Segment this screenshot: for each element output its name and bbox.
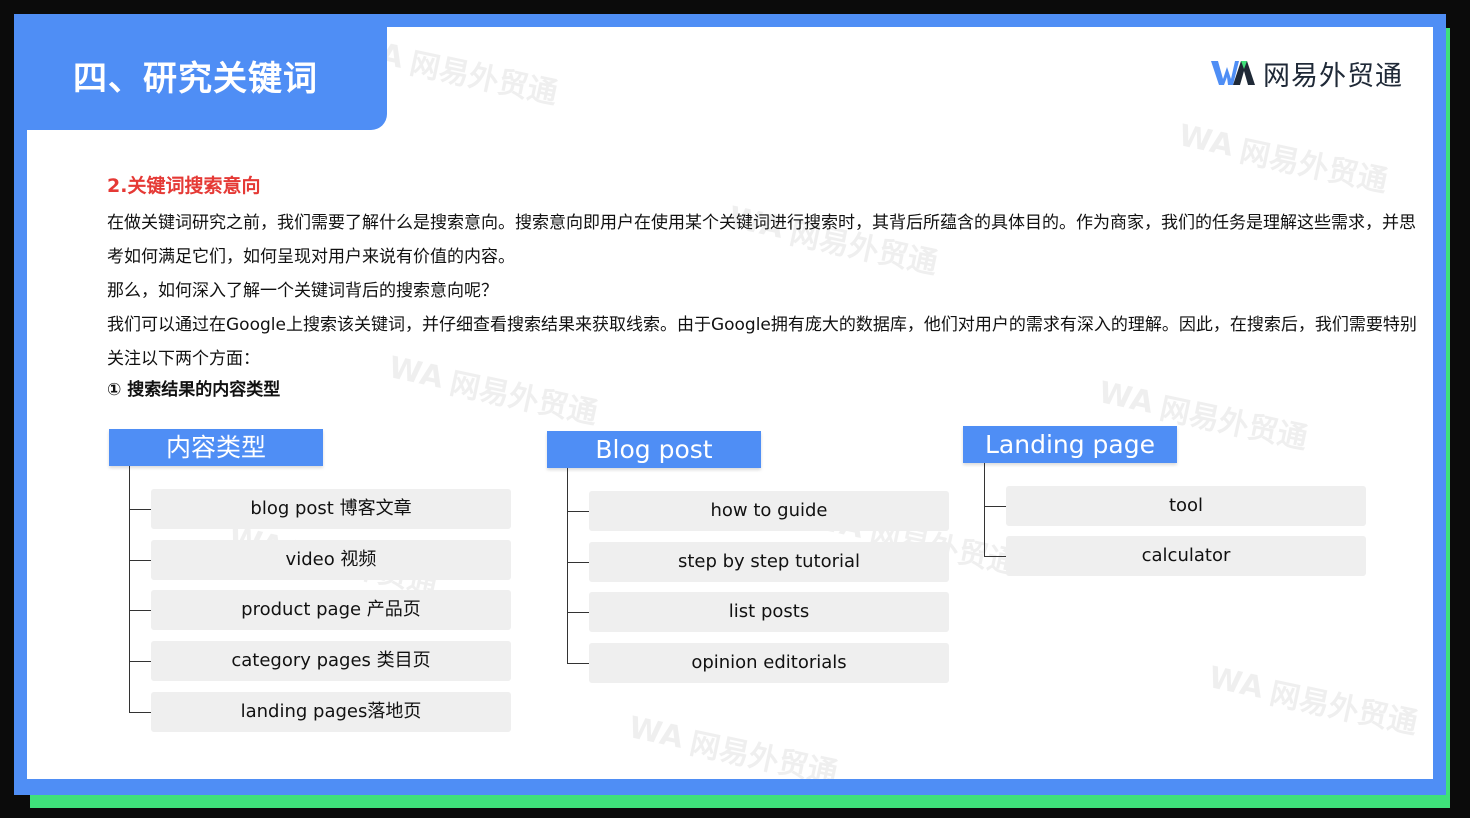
paragraph-3: 我们可以通过在Google上搜索该关键词，并仔细查看搜索结果来获取线索。由于Go…: [107, 315, 1417, 369]
tree-branch: [129, 509, 151, 510]
tree-branch: [129, 712, 151, 713]
tree-line: [567, 468, 568, 664]
list-item: step by step tutorial: [589, 542, 949, 582]
list-item: video 视频: [151, 540, 511, 580]
tree-branch: [567, 511, 589, 512]
list-item: landing pages落地页: [151, 692, 511, 732]
tree-branch: [567, 562, 589, 563]
watermark-logo-icon: WA: [625, 709, 687, 756]
brand-logo: 网易外贸通: [1211, 55, 1403, 92]
tree-branch: [129, 661, 151, 662]
column-header-content-type: 内容类型: [109, 429, 323, 466]
title-tab: 四、研究关键词: [27, 27, 387, 130]
tree-branch: [984, 556, 1006, 557]
tree-line: [984, 463, 985, 557]
paragraph-2: 那么，如何深入了解一个关键词背后的搜索意向呢？: [107, 281, 498, 301]
watermark: WA 网易外贸通: [625, 709, 841, 779]
logo-text: 网易外贸通: [1263, 60, 1403, 92]
tree-branch: [984, 506, 1006, 507]
column-header-landing-page: Landing page: [963, 426, 1177, 463]
list-item: tool: [1006, 486, 1366, 526]
tree-branch: [129, 610, 151, 611]
list-item: product page 产品页: [151, 590, 511, 630]
list-item: how to guide: [589, 491, 949, 531]
tree-branch: [567, 612, 589, 613]
list-item: category pages 类目页: [151, 641, 511, 681]
slide-title: 四、研究关键词: [73, 59, 318, 99]
tree-branch: [567, 663, 589, 664]
list-item: opinion editorials: [589, 643, 949, 683]
watermark-logo-icon: WA: [1095, 374, 1157, 421]
wa-logo-icon: [1211, 61, 1255, 85]
slide: WA 网易外贸通 WA 网易外贸通 WA 网易外贸通 WA 网易外贸通 WA 网…: [27, 27, 1433, 779]
section-heading: 2.关键词搜索意向: [107, 175, 261, 197]
list-item: list posts: [589, 592, 949, 632]
list-item: calculator: [1006, 536, 1366, 576]
paragraph-1: 在做关键词研究之前，我们需要了解什么是搜索意向。搜索意向即用户在使用某个关键词进…: [107, 213, 1416, 267]
tree-branch: [129, 560, 151, 561]
watermark: WA 网易外贸通: [1175, 117, 1391, 200]
list-item: blog post 博客文章: [151, 489, 511, 529]
sub-heading: ① 搜索结果的内容类型: [107, 380, 281, 400]
watermark-logo-icon: WA: [1205, 659, 1267, 706]
column-header-blog-post: Blog post: [547, 431, 761, 468]
watermark-logo-icon: WA: [1175, 117, 1237, 164]
watermark: WA 网易外贸通: [1205, 659, 1421, 742]
tree-line: [129, 466, 130, 712]
